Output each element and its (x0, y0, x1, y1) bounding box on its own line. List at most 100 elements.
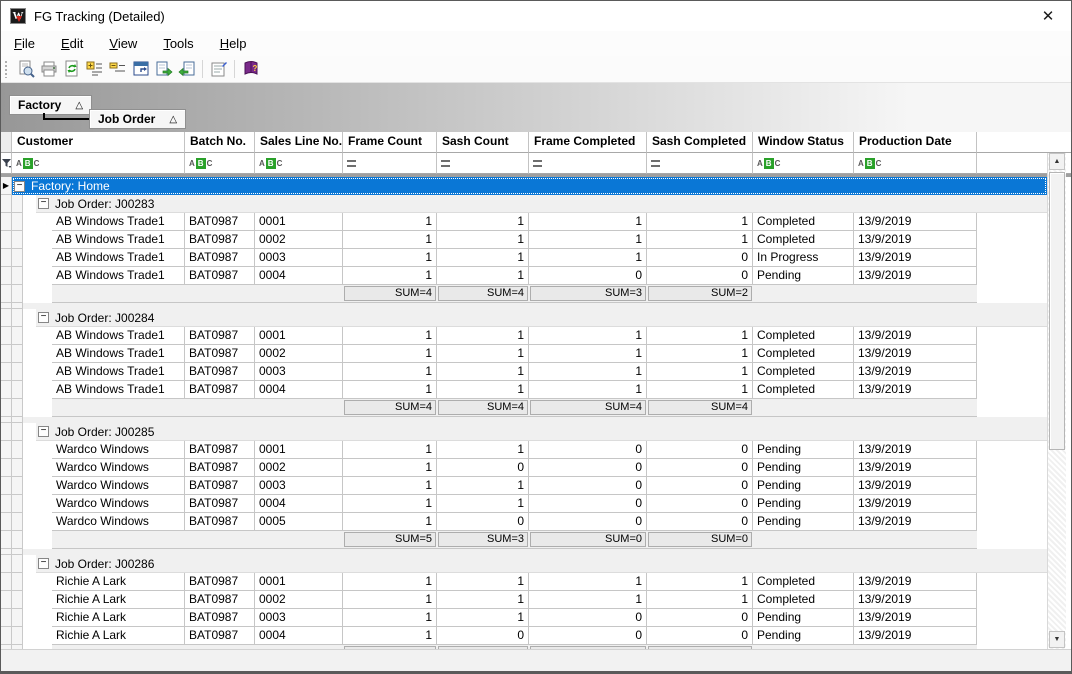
refresh-button[interactable] (60, 58, 83, 80)
expand-all-button[interactable] (83, 58, 106, 80)
group-indent-cell (12, 513, 23, 531)
filter-cell-frame-count[interactable] (343, 153, 437, 174)
table-row[interactable]: AB Windows Trade1 BAT0987 0004 1 1 1 1 C… (1, 381, 1047, 399)
factory-group-row-body[interactable]: − Factory: Home (12, 177, 1047, 195)
filter-cell-sash-count[interactable] (437, 153, 529, 174)
column-header-production-date[interactable]: Production Date (854, 132, 977, 153)
filter-cell-sash-completed[interactable] (647, 153, 753, 174)
column-header-frame-completed[interactable]: Frame Completed (529, 132, 647, 153)
column-header-window-status[interactable]: Window Status (753, 132, 854, 153)
filter-cell-frame-completed[interactable] (529, 153, 647, 174)
table-row[interactable]: AB Windows Trade1 BAT0987 0002 1 1 1 1 C… (1, 345, 1047, 363)
group-field-job-order[interactable]: Job Order △ (89, 109, 186, 129)
row-indicator-cell (1, 249, 12, 267)
cell-frame-count: 1 (343, 267, 437, 285)
cell-sash-count: 1 (437, 609, 529, 627)
row-indent (23, 231, 52, 249)
properties-button[interactable] (207, 58, 230, 80)
cell-sales-line-no: 0003 (255, 363, 343, 381)
table-row[interactable]: Richie A Lark BAT0987 0003 1 1 0 0 Pendi… (1, 609, 1047, 627)
group-by-box-button[interactable] (129, 58, 152, 80)
collapse-all-button[interactable] (106, 58, 129, 80)
table-row[interactable]: AB Windows Trade1 BAT0987 0001 1 1 1 1 C… (1, 327, 1047, 345)
export-next-button[interactable] (152, 58, 175, 80)
filter-cell-window-status[interactable]: ABC (753, 153, 854, 174)
table-row[interactable]: AB Windows Trade1 BAT0987 0001 1 1 1 1 C… (1, 213, 1047, 231)
cell-production-date: 13/9/2019 (854, 327, 977, 345)
print-button[interactable] (37, 58, 60, 80)
filter-cell-sales-line-no[interactable]: ABC (255, 153, 343, 174)
column-header-sash-completed[interactable]: Sash Completed (647, 132, 753, 153)
row-indent (23, 477, 52, 495)
group-row-job-order[interactable]: −Job Order: J00285 (1, 423, 1047, 441)
table-row[interactable]: Wardco Windows BAT0987 0003 1 1 0 0 Pend… (1, 477, 1047, 495)
group-indent-cell (12, 423, 23, 441)
header-corner-cell (1, 132, 12, 153)
table-row[interactable]: Wardco Windows BAT0987 0005 1 0 0 0 Pend… (1, 513, 1047, 531)
vertical-scrollbar[interactable]: ▲ ▼ (1047, 153, 1066, 649)
menu-tools[interactable]: Tools (154, 33, 202, 54)
scroll-up-button[interactable]: ▲ (1049, 153, 1065, 170)
collapse-icon[interactable]: − (38, 312, 49, 323)
column-header-sash-count[interactable]: Sash Count (437, 132, 529, 153)
row-indicator-cell (1, 477, 12, 495)
group-row-factory[interactable]: ▶ − Factory: Home (1, 177, 1047, 195)
column-header-frame-count[interactable]: Frame Count (343, 132, 437, 153)
group-indent-cell (12, 627, 23, 645)
column-header-sales-line-no[interactable]: Sales Line No. (255, 132, 343, 153)
table-row[interactable]: Wardco Windows BAT0987 0001 1 1 0 0 Pend… (1, 441, 1047, 459)
group-row-job-order[interactable]: −Job Order: J00284 (1, 309, 1047, 327)
table-row[interactable]: Richie A Lark BAT0987 0004 1 0 0 0 Pendi… (1, 627, 1047, 645)
column-header-batch-no[interactable]: Batch No. (185, 132, 255, 153)
menu-help[interactable]: Help (211, 33, 256, 54)
menu-file[interactable]: File (5, 33, 44, 54)
cell-batch-no: BAT0987 (185, 345, 255, 363)
group-indent (23, 195, 36, 213)
row-indent (23, 591, 52, 609)
group-indent (23, 309, 36, 327)
cell-frame-count: 1 (343, 627, 437, 645)
collapse-icon[interactable]: − (38, 426, 49, 437)
cell-window-status: Pending (753, 495, 854, 513)
cell-sash-count: 1 (437, 477, 529, 495)
row-indent (23, 345, 52, 363)
cell-frame-completed: 0 (529, 459, 647, 477)
focused-row-arrow-icon: ▶ (3, 181, 9, 190)
column-header-customer[interactable]: Customer (12, 132, 185, 153)
job-order-group-row-body[interactable]: −Job Order: J00284 (36, 309, 1047, 327)
scrollbar-thumb[interactable] (1049, 172, 1065, 450)
job-order-group-row-body[interactable]: −Job Order: J00286 (36, 555, 1047, 573)
cell-customer: Wardco Windows (52, 459, 185, 477)
table-row[interactable]: AB Windows Trade1 BAT0987 0003 1 1 1 0 I… (1, 249, 1047, 267)
menu-view[interactable]: View (100, 33, 146, 54)
factory-group-label: Factory: Home (31, 179, 110, 193)
table-row[interactable]: AB Windows Trade1 BAT0987 0002 1 1 1 1 C… (1, 231, 1047, 249)
group-row-job-order[interactable]: −Job Order: J00286 (1, 555, 1047, 573)
filter-cell-production-date[interactable]: ABC (854, 153, 977, 174)
table-row[interactable]: Wardco Windows BAT0987 0004 1 1 0 0 Pend… (1, 495, 1047, 513)
group-field-factory[interactable]: Factory △ (9, 95, 92, 115)
scroll-down-button[interactable]: ▼ (1049, 631, 1065, 648)
abc-filter-icon: ABC (189, 158, 212, 169)
job-order-group-row-body[interactable]: −Job Order: J00285 (36, 423, 1047, 441)
help-button[interactable]: ? (239, 58, 262, 80)
job-order-group-row-body[interactable]: −Job Order: J00283 (36, 195, 1047, 213)
close-button[interactable]: ✕ (1025, 1, 1071, 31)
app-window: W FG Tracking (Detailed) ✕ File Edit Vie… (0, 0, 1072, 674)
menu-edit[interactable]: Edit (52, 33, 92, 54)
cell-sales-line-no: 0001 (255, 441, 343, 459)
table-row[interactable]: Richie A Lark BAT0987 0002 1 1 1 1 Compl… (1, 591, 1047, 609)
collapse-icon[interactable]: − (38, 198, 49, 209)
group-row-job-order[interactable]: −Job Order: J00283 (1, 195, 1047, 213)
table-row[interactable]: Wardco Windows BAT0987 0002 1 0 0 0 Pend… (1, 459, 1047, 477)
cell-window-status: Completed (753, 591, 854, 609)
collapse-icon[interactable]: − (38, 558, 49, 569)
filter-cell-batch-no[interactable]: ABC (185, 153, 255, 174)
collapse-icon[interactable]: − (14, 181, 25, 192)
filter-cell-customer[interactable]: ABC (12, 153, 185, 174)
table-row[interactable]: Richie A Lark BAT0987 0001 1 1 1 1 Compl… (1, 573, 1047, 591)
import-prev-button[interactable] (175, 58, 198, 80)
table-row[interactable]: AB Windows Trade1 BAT0987 0004 1 1 0 0 P… (1, 267, 1047, 285)
table-row[interactable]: AB Windows Trade1 BAT0987 0003 1 1 1 1 C… (1, 363, 1047, 381)
print-preview-button[interactable] (14, 58, 37, 80)
